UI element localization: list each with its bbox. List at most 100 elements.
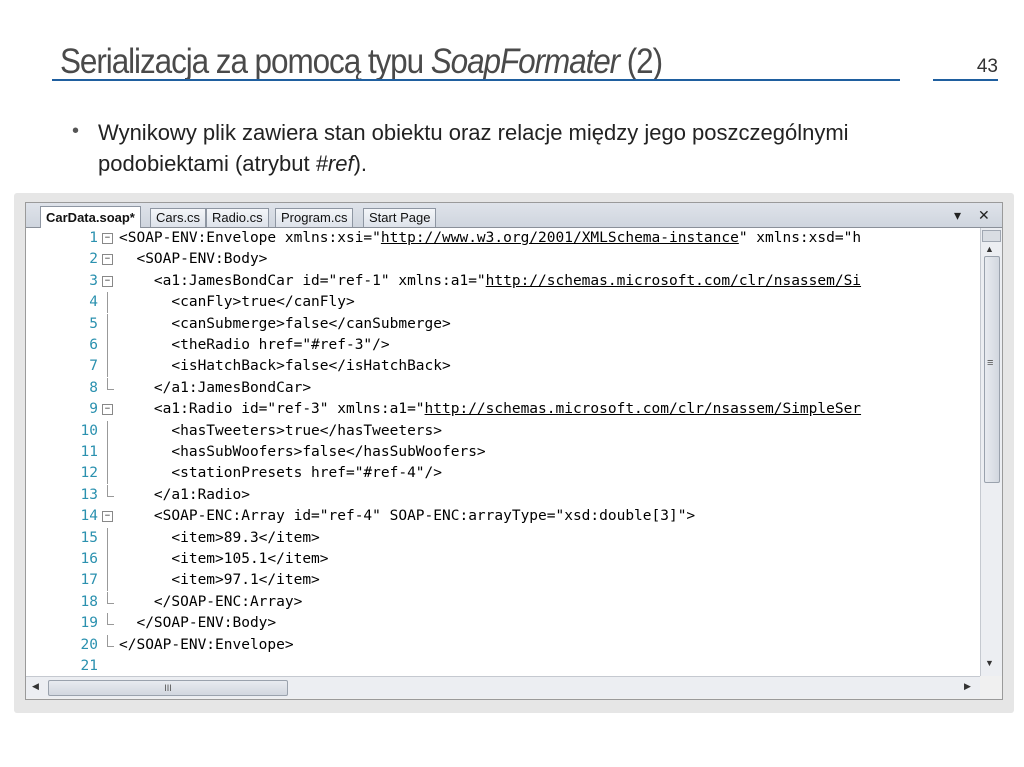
scroll-up-icon[interactable]: ▲: [985, 244, 994, 254]
splitter-handle[interactable]: [982, 230, 1001, 242]
fold-guide: [107, 570, 108, 592]
fold-guide: [107, 356, 108, 378]
horizontal-scroll-thumb[interactable]: III: [48, 680, 288, 696]
fold-guide: [107, 420, 108, 442]
tab-program-cs[interactable]: Program.cs: [275, 208, 354, 227]
code-line[interactable]: 9− <a1:Radio id="ref-3" xmlns:a1="http:/…: [26, 399, 980, 420]
code-line[interactable]: 15 <item>89.3</item>: [26, 527, 980, 549]
code-url-link[interactable]: http://schemas.microsoft.com/clr/nsassem…: [425, 401, 862, 417]
code-line[interactable]: 13 </a1:Radio>: [26, 484, 980, 506]
code-url-link[interactable]: http://schemas.microsoft.com/clr/nsassem…: [486, 273, 861, 289]
line-number: 4: [89, 294, 98, 311]
code-line[interactable]: 4 <canFly>true</canFly>: [26, 292, 980, 314]
code-line[interactable]: 7 <isHatchBack>false</isHatchBack>: [26, 356, 980, 378]
vertical-scrollbar[interactable]: ▲ ≡ ▼: [980, 228, 1002, 676]
code-text: </SOAP-ENV:Body>: [119, 613, 276, 634]
code-segment: " xmlns:xsd="h: [738, 230, 862, 246]
fold-guide: [107, 292, 108, 314]
code-text: <stationPresets href="#ref-4"/>: [119, 463, 442, 484]
code-segment: </a1:JamesBondCar>: [119, 379, 312, 396]
code-text: <item>97.1</item>: [119, 570, 319, 591]
line-number: 14: [80, 508, 98, 525]
code-segment: <a1:JamesBondCar id="ref-1" xmlns:a1=": [119, 272, 486, 289]
title-underline: [52, 79, 900, 81]
bullet-text: Wynikowy plik zawiera stan obiektu oraz …: [98, 117, 858, 179]
fold-guide: [107, 442, 108, 463]
code-line[interactable]: 5 <canSubmerge>false</canSubmerge>: [26, 313, 980, 335]
collapse-icon[interactable]: −: [102, 254, 113, 266]
code-text: <a1:JamesBondCar id="ref-1" xmlns:a1="ht…: [119, 271, 861, 292]
line-number: 7: [89, 358, 98, 375]
tab-dropdown-icon[interactable]: ▾: [954, 207, 961, 224]
line-number: 15: [80, 529, 98, 546]
code-line[interactable]: 12 <stationPresets href="#ref-4"/>: [26, 463, 980, 485]
code-segment: <hasSubWoofers>false</hasSubWoofers>: [119, 444, 486, 460]
code-segment: <SOAP-ENV:Envelope xmlns:xsi=": [119, 230, 381, 246]
scroll-left-icon[interactable]: ◀: [32, 681, 39, 692]
code-url-link[interactable]: http://www.w3.org/2001/XMLSchema-instanc…: [381, 230, 739, 246]
code-segment: <hasTweeters>true</hasTweeters>: [119, 422, 443, 439]
collapse-icon[interactable]: −: [102, 404, 113, 416]
fold-guide: [107, 549, 108, 570]
collapse-icon[interactable]: −: [102, 275, 113, 287]
horizontal-scrollbar[interactable]: ◀ III ▶: [26, 676, 980, 698]
line-number: 16: [80, 551, 98, 567]
code-segment: <canFly>true</canFly>: [119, 294, 355, 311]
code-line[interactable]: 16 <item>105.1</item>: [26, 549, 980, 570]
vertical-scroll-thumb[interactable]: ≡: [984, 256, 1000, 483]
slide-title: Serializacja za pomocą typu SoapFormater…: [60, 42, 663, 82]
code-line[interactable]: 21: [26, 656, 980, 676]
line-number: 9: [89, 401, 98, 418]
line-number: 5: [89, 315, 98, 332]
code-text: <a1:Radio id="ref-3" xmlns:a1="http://sc…: [119, 399, 861, 420]
code-segment: <SOAP-ENC:Array id="ref-4" SOAP-ENC:arra…: [119, 508, 696, 525]
code-editor-window: CarData.soap* Cars.cs Radio.cs Program.cs St…: [25, 202, 1003, 700]
scroll-right-icon[interactable]: ▶: [964, 681, 971, 692]
code-text: </a1:Radio>: [119, 485, 250, 506]
line-number: 11: [80, 444, 98, 460]
fold-end-marker: [107, 388, 114, 390]
collapse-icon[interactable]: −: [102, 511, 113, 523]
code-line[interactable]: 19 </SOAP-ENV:Body>: [26, 613, 980, 634]
code-line[interactable]: 11 <hasSubWoofers>false</hasSubWoofers>: [26, 442, 980, 463]
code-line[interactable]: 6 <theRadio href="#ref-3"/>: [26, 335, 980, 356]
code-line[interactable]: 8 </a1:JamesBondCar>: [26, 377, 980, 399]
tab-cardata-soap[interactable]: CarData.soap*: [40, 206, 141, 228]
fold-end-marker: [107, 602, 114, 604]
code-line[interactable]: 20 </SOAP-ENV:Envelope>: [26, 634, 980, 656]
code-text: <canSubmerge>false</canSubmerge>: [119, 314, 451, 335]
code-line[interactable]: 10 <hasTweeters>true</hasTweeters>: [26, 420, 980, 442]
collapse-icon[interactable]: −: [102, 233, 113, 244]
code-area[interactable]: 1− <SOAP-ENV:Envelope xmlns:xsi="http://w…: [26, 228, 980, 676]
code-text: <item>105.1</item>: [119, 549, 328, 570]
code-line[interactable]: 2− <SOAP-ENV:Body>: [26, 249, 980, 270]
code-line[interactable]: 1− <SOAP-ENV:Envelope xmlns:xsi="http://w…: [26, 228, 980, 249]
code-segment: <canSubmerge>false</canSubmerge>: [119, 315, 451, 332]
code-segment: <stationPresets href="#ref-4"/>: [119, 465, 443, 482]
code-line[interactable]: 3− <a1:JamesBondCar id="ref-1" xmlns:a1=…: [26, 271, 980, 292]
code-line[interactable]: 18 </SOAP-ENC:Array>: [26, 591, 980, 613]
close-icon[interactable]: ✕: [978, 207, 990, 224]
line-number: 20: [80, 636, 98, 653]
title-text-italic: SoapFormater: [430, 42, 620, 81]
code-segment: </SOAP-ENV:Body>: [119, 615, 277, 632]
line-number: 6: [89, 337, 98, 353]
tab-start-page[interactable]: Start Page: [363, 208, 437, 227]
bullet-text-2: ).: [353, 151, 368, 176]
code-line[interactable]: 14− <SOAP-ENC:Array id="ref-4" SOAP-ENC:…: [26, 506, 980, 527]
line-number: 12: [80, 465, 98, 482]
tab-cars-cs[interactable]: Cars.cs: [150, 208, 207, 227]
code-segment: <a1:Radio id="ref-3" xmlns:a1=": [119, 401, 425, 418]
code-text: <SOAP-ENV:Body>: [119, 249, 267, 270]
editor-tab-bar: CarData.soap* Cars.cs Radio.cs Program.cs St…: [26, 203, 1002, 228]
code-segment: <isHatchBack>false</isHatchBack>: [119, 358, 451, 375]
scroll-down-icon[interactable]: ▼: [985, 658, 994, 668]
code-text: <hasTweeters>true</hasTweeters>: [119, 421, 442, 442]
tab-radio-cs[interactable]: Radio.cs: [206, 208, 269, 227]
code-line[interactable]: 17 <item>97.1</item>: [26, 570, 980, 592]
code-text: <canFly>true</canFly>: [119, 292, 355, 313]
slide-number-underline: [933, 79, 998, 81]
code-segment: <SOAP-ENV:Body>: [119, 251, 268, 268]
title-text-1: Serializacja za pomocą typu: [60, 42, 431, 81]
bullet-text-italic: #ref: [315, 151, 354, 176]
